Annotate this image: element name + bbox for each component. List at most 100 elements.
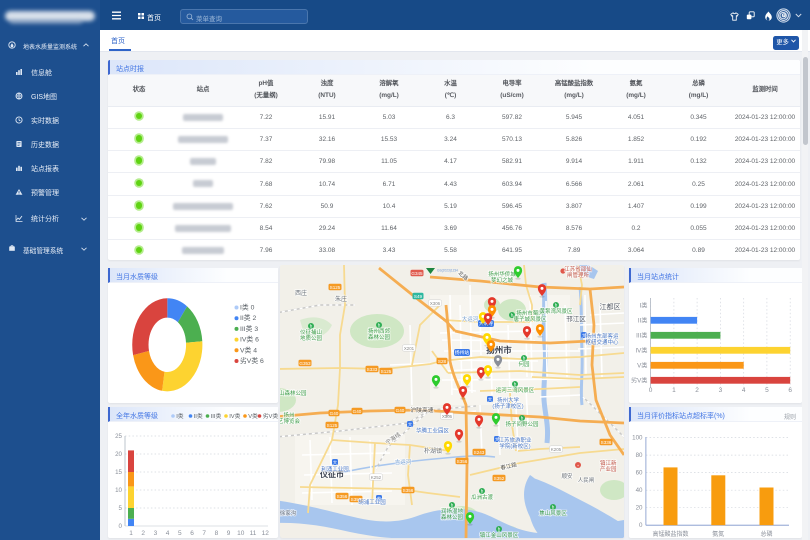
svg-text:0: 0 (639, 522, 643, 529)
svg-text:顺安: 顺安 (561, 472, 573, 480)
svg-text:S28: S28 (438, 359, 447, 364)
svg-text:40: 40 (636, 487, 643, 494)
svg-text:12: 12 (262, 530, 270, 537)
svg-text:闸管理所: 闸管理所 (567, 271, 590, 279)
svg-text:1: 1 (672, 387, 676, 394)
svg-text:吉运河: 吉运河 (395, 458, 412, 466)
svg-text:20: 20 (636, 505, 643, 512)
svg-text:利涌工业园: 利涌工业园 (321, 465, 349, 473)
svg-text:4: 4 (166, 530, 170, 537)
svg-text:邗江区: 邗江区 (566, 315, 586, 323)
svg-text:劣V类: 劣V类 (631, 377, 648, 385)
svg-text:0: 0 (119, 523, 123, 530)
svg-text:10: 10 (115, 487, 122, 494)
svg-text:梦幻之城: 梦幻之城 (491, 276, 514, 284)
svg-text:V类 4: V类 4 (240, 345, 257, 354)
svg-text:江苏省邵仙: 江苏省邵仙 (564, 265, 592, 273)
svg-text:(扬子津校区): (扬子津校区) (492, 402, 523, 410)
svg-text:9: 9 (227, 530, 231, 537)
svg-text:0: 0 (649, 387, 653, 394)
svg-text:X306: X306 (430, 301, 441, 306)
svg-text:学院(新校区): 学院(新校区) (499, 442, 530, 450)
svg-text:S125: S125 (381, 369, 392, 374)
svg-text:2: 2 (141, 530, 145, 537)
svg-text:枢纽交通中心: 枢纽交通中心 (585, 338, 619, 346)
svg-text:大: 大 (333, 459, 337, 466)
svg-text:扬子间野公园: 扬子间野公园 (505, 420, 539, 428)
svg-text:大: 大 (408, 421, 412, 428)
svg-text:G353: G353 (299, 361, 311, 366)
svg-text:2: 2 (695, 387, 699, 394)
svg-text:3: 3 (154, 530, 158, 537)
svg-text:III类: III类 (211, 412, 222, 420)
svg-text:8: 8 (215, 530, 219, 537)
svg-text:20: 20 (115, 451, 122, 458)
svg-text:II类: II类 (194, 412, 203, 420)
svg-text:大: 大 (488, 396, 492, 403)
svg-text:扬州大学: 扬州大学 (497, 396, 520, 404)
svg-text:运河三湾风景区: 运河三湾风景区 (496, 386, 535, 394)
svg-text:瓜洲古渡: 瓜洲古渡 (471, 493, 494, 501)
svg-text:胡浦工业园: 胡浦工业园 (358, 498, 386, 506)
svg-text:江苏旅游职业: 江苏旅游职业 (498, 436, 532, 444)
svg-text:大运河: 大运河 (462, 315, 479, 323)
svg-text:I类: I类 (640, 302, 648, 310)
svg-text:IV类: IV类 (635, 347, 647, 355)
svg-text:仪征捕山: 仪征捕山 (300, 328, 322, 336)
svg-text:唐子城风景区: 唐子城风景区 (513, 315, 547, 323)
svg-text:IV类: IV类 (229, 412, 240, 420)
svg-text:润扬湿地: 润扬湿地 (441, 507, 464, 515)
svg-text:华腾工业园区: 华腾工业园区 (416, 427, 450, 435)
svg-text:II类: II类 (638, 317, 648, 325)
svg-text:K205: K205 (551, 447, 562, 452)
svg-text:15: 15 (115, 469, 122, 476)
svg-text:S243: S243 (474, 450, 485, 455)
svg-text:80: 80 (636, 452, 643, 459)
svg-text:II类 2: II类 2 (240, 313, 256, 322)
svg-text:焦山风景区: 焦山风景区 (539, 509, 567, 517)
svg-text:江都区: 江都区 (600, 303, 621, 311)
svg-text:5: 5 (119, 505, 123, 512)
svg-text:劣V类 6: 劣V类 6 (240, 356, 264, 365)
svg-text:沪陕高速: 沪陕高速 (410, 406, 433, 414)
svg-text:S125: S125 (327, 423, 338, 428)
svg-text:4: 4 (742, 387, 746, 394)
svg-text:山森林公园: 山森林公园 (280, 389, 307, 397)
svg-text:氨氮: 氨氮 (712, 530, 724, 538)
svg-text:何园: 何园 (518, 360, 530, 368)
svg-text:3: 3 (719, 387, 723, 394)
svg-text:7: 7 (202, 530, 206, 537)
svg-text:扬州华侨城: 扬州华侨城 (488, 270, 516, 278)
svg-text:60: 60 (636, 470, 643, 477)
svg-text:GS(2023)1234: GS(2023)1234 (437, 269, 458, 273)
svg-text:S356: S356 (337, 494, 348, 499)
svg-text:镇江新: 镇江新 (600, 459, 617, 467)
svg-text:劣V类: 劣V类 (263, 412, 279, 420)
svg-text:产业园: 产业园 (600, 465, 617, 473)
svg-text:人民闸: 人民闸 (578, 476, 595, 484)
svg-text:G345: G345 (411, 271, 423, 276)
svg-text:扬州: 扬州 (283, 411, 294, 419)
svg-text:地质公园: 地质公园 (300, 334, 323, 342)
svg-text:S356: S356 (403, 488, 414, 493)
svg-text:扬州西郊: 扬州西郊 (368, 327, 391, 335)
svg-text:V类: V类 (637, 362, 647, 370)
svg-text:森林公园: 森林公园 (368, 333, 391, 341)
svg-text:I类: I类 (176, 412, 184, 420)
svg-text:森林公园: 森林公园 (441, 513, 464, 521)
svg-text:S49: S49 (414, 294, 423, 299)
svg-text:I类 0: I类 0 (240, 303, 255, 312)
svg-text:G40: G40 (353, 409, 362, 414)
svg-text:10: 10 (237, 530, 245, 537)
svg-text:100: 100 (632, 435, 643, 442)
svg-text:III类: III类 (636, 332, 647, 340)
svg-text:徐家沟: 徐家沟 (280, 509, 297, 517)
svg-text:G40: G40 (396, 408, 405, 413)
svg-text:艺博览会: 艺博览会 (280, 417, 300, 425)
svg-text:6: 6 (788, 387, 792, 394)
svg-text:1: 1 (129, 530, 133, 537)
svg-text:镇江金山风景区: 镇江金山风景区 (480, 531, 519, 538)
svg-text:朱庄: 朱庄 (335, 295, 347, 303)
svg-text:5: 5 (765, 387, 769, 394)
svg-text:III类 3: III类 3 (240, 324, 258, 333)
